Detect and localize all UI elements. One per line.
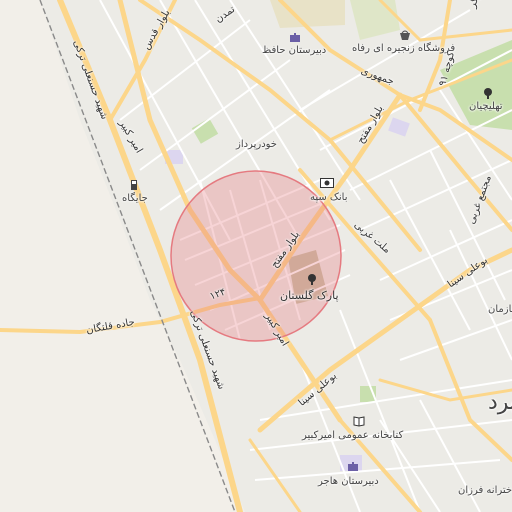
school-icon[interactable]	[346, 460, 360, 474]
fuel-icon[interactable]	[128, 178, 142, 192]
tree-icon[interactable]	[305, 272, 319, 286]
poi-label-khodropardaz: خودرپرداز	[236, 139, 277, 150]
map-view[interactable]: فیروزگر تمدن دبیرستان حافظ فروشگاه زنجیر…	[0, 0, 512, 512]
poi-label-farzan: دخترانه فرزان	[458, 485, 512, 496]
park-area	[270, 0, 345, 28]
poi-label-hafez-school: دبیرستان حافظ	[262, 45, 327, 56]
poi-label-park-golestan: پارک گلستان	[280, 289, 339, 302]
book-icon[interactable]	[352, 414, 366, 428]
school-icon[interactable]	[288, 31, 302, 45]
poi-label-refah-store: فروشگاه زنجیره ای رفاه	[352, 43, 456, 54]
shopping-basket-icon[interactable]	[398, 28, 412, 42]
tree-icon[interactable]	[481, 86, 495, 100]
road-label-sazman: سازمان	[488, 304, 512, 315]
map-canvas	[0, 0, 512, 512]
poi-label-bank-sepah: بانک سپه	[310, 192, 348, 203]
poi-label-library: کتابخانه عمومی امیرکبیر	[302, 430, 404, 441]
poi-label-jaygah: جایگاه	[122, 193, 148, 204]
bank-icon[interactable]	[320, 176, 334, 190]
city-label: برد	[488, 390, 512, 415]
poi-label-hajar-school: دبیرستان هاجر	[318, 476, 379, 487]
poi-label-tahlilchian: تهلیچیان	[469, 101, 503, 112]
